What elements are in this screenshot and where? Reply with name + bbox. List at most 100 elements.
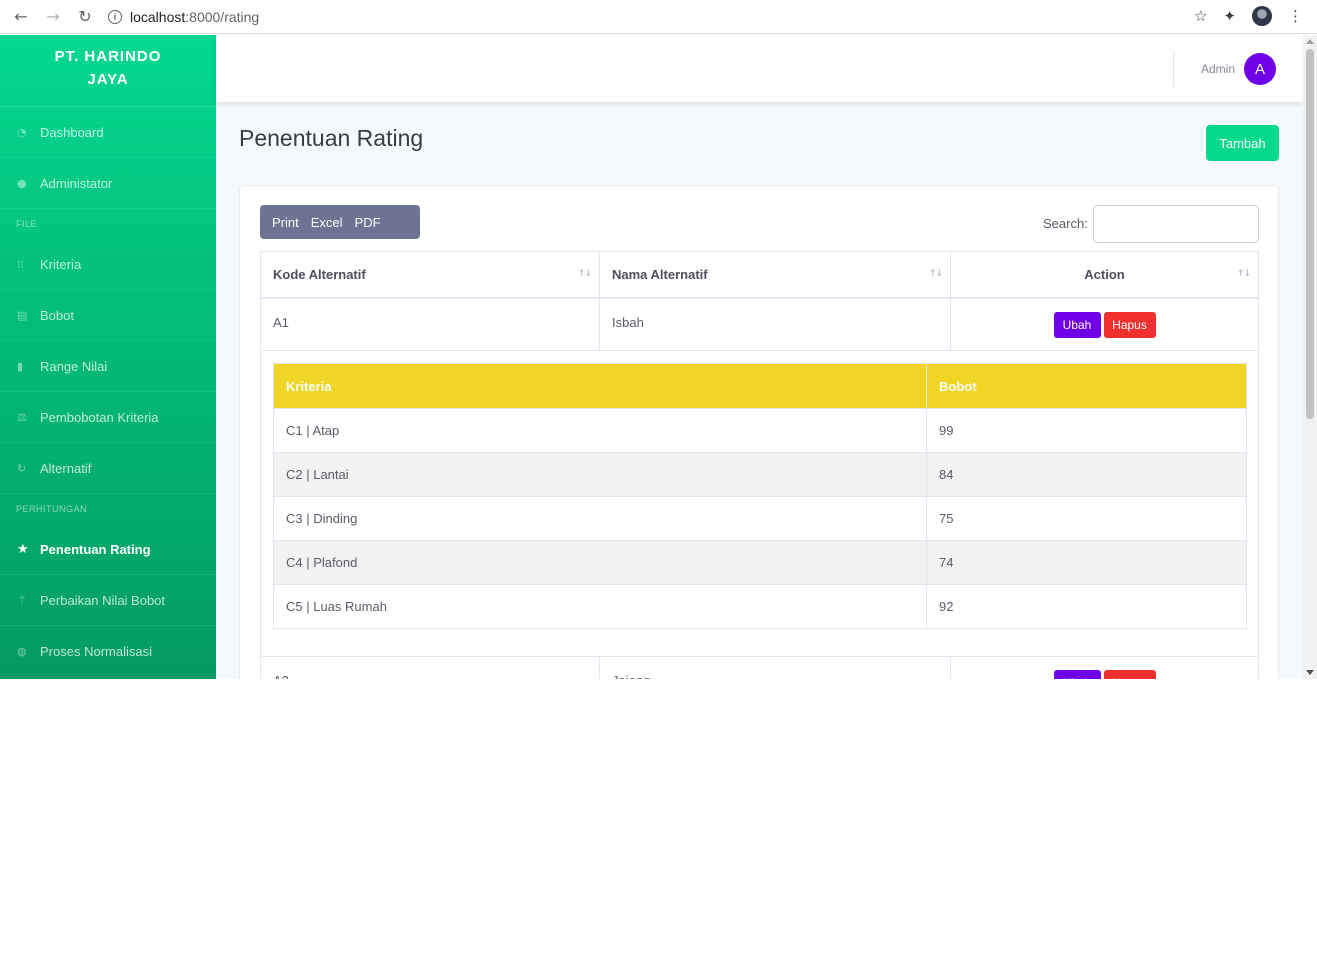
cell-kriteria: C3 | Dinding [274,497,927,540]
cell-kode: A1 [260,299,600,350]
brand-line-2: JAYA [87,71,129,88]
topbar: Admin A [216,35,1303,102]
sidebar-item-label: Range Nilai [40,358,108,374]
clipboard-icon: ▤ [17,308,28,322]
user-icon: ● [17,176,27,190]
sidebar-item-range-nilai[interactable]: ▮ Range Nilai [0,341,216,392]
sidebar-item-pembobotan-kriteria[interactable]: ⚖ Pembobotan Kriteria [0,392,216,443]
kriteria-bobot-table: Kriteria Bobot C1 | Atap 99 C2 | Lantai … [273,363,1247,629]
page-scrollbar[interactable] [1303,35,1317,679]
avatar[interactable]: A [1244,53,1276,85]
sidebar-heading-file: FILE [16,219,38,229]
sort-icon: ↑↓ [577,269,592,279]
forward-icon[interactable]: → [42,6,64,28]
browser-toolbar: ← → ↻ i localhost:8000/rating ☆ ✦ ⋮ [0,0,1317,34]
table-header: Kode Alternatif ↑↓ Nama Alternatif ↑↓ Ac… [260,252,1259,299]
sidebar-item-label: Alternatif [40,460,92,476]
sync-icon: ↻ [17,461,27,475]
cell-bobot: 99 [939,423,954,438]
column-header-label: Action [1084,267,1125,282]
site-info-icon[interactable]: i [108,9,122,24]
scroll-up-icon[interactable] [1306,39,1314,44]
excel-button[interactable]: Excel [311,215,343,230]
sidebar-item-label: Dashboard [40,124,104,140]
cell-action: Ubah Hapus [951,657,1259,679]
brand-logo[interactable]: PT. HARINDO JAYA [0,35,216,107]
cell-nama: Jajang [600,657,951,679]
sidebar-item-label: Kriteria [40,256,82,272]
scroll-down-icon[interactable] [1306,670,1314,675]
admin-name[interactable]: Admin [1201,62,1235,76]
detail-row: C1 | Atap 99 [274,408,1246,452]
sidebar-item-penentuan-rating[interactable]: ★ Penentuan Rating [0,524,216,575]
detail-header-bobot: Bobot [939,378,977,394]
browser-menu-icon[interactable]: ⋮ [1288,7,1303,25]
sidebar-item-administator[interactable]: ● Administator [0,158,216,209]
url-host: localhost [130,8,186,25]
cell-kriteria: C1 | Atap [274,409,927,452]
back-icon[interactable]: ← [10,6,32,28]
column-header-label: Nama Alternatif [612,267,708,282]
column-header-action[interactable]: Action ↑↓ [951,252,1259,297]
cell-bobot: 75 [939,511,954,526]
sidebar-item-perbaikan-nilai-bobot[interactable]: ⚚ Perbaikan Nilai Bobot [0,575,216,626]
detail-row: C4 | Plafond 74 [274,540,1246,584]
app-viewport: PT. HARINDO JAYA ◔ Dashboard ● Administa… [0,35,1303,679]
cell-nama: Isbah [600,299,951,350]
file-icon: ▮ [17,359,24,373]
sidebar-item-label: Administator [40,175,113,191]
grid-icon: ⁝⁝ [17,257,24,271]
cell-kode: A2 [260,657,600,679]
sort-icon: ↑↓ [1236,269,1251,279]
address-bar[interactable]: i localhost:8000/rating [108,4,259,30]
sidebar-item-label: Perbaikan Nilai Bobot [40,592,166,608]
cell-action: Ubah Hapus [951,299,1259,350]
cell-bobot: 92 [939,599,954,614]
sidebar-item-bobot[interactable]: ▤ Bobot [0,290,216,341]
data-card: Print Excel PDF Search: Kode Alternatif … [239,185,1279,679]
cell-kriteria: C2 | Lantai [274,453,927,496]
scrollbar-thumb[interactable] [1306,49,1314,419]
topbar-divider [1173,51,1174,87]
edit-button[interactable]: Ubah [1053,670,1101,679]
delete-button[interactable]: Hapus [1103,312,1156,338]
sidebar: PT. HARINDO JAYA ◔ Dashboard ● Administa… [0,35,216,679]
column-header-nama[interactable]: Nama Alternatif ↑↓ [600,252,951,297]
add-button[interactable]: Tambah [1206,125,1279,161]
profile-avatar-icon[interactable] [1252,6,1272,26]
cell-bobot: 74 [939,555,954,570]
table-row: A2 Jajang Ubah Hapus [260,657,1259,679]
row-detail: Kriteria Bobot C1 | Atap 99 C2 | Lantai … [260,351,1259,657]
alternatif-table: Kode Alternatif ↑↓ Nama Alternatif ↑↓ Ac… [260,251,1259,679]
delete-button[interactable]: Hapus [1103,670,1156,679]
detail-row: C3 | Dinding 75 [274,496,1246,540]
extensions-icon[interactable]: ✦ [1223,7,1236,25]
brand-line-1: PT. HARINDO [54,48,162,65]
print-button[interactable]: Print [272,215,299,230]
sidebar-item-alternatif[interactable]: ↻ Alternatif [0,443,216,494]
search-label: Search: [1043,216,1088,231]
search-input[interactable] [1093,205,1259,243]
cell-bobot: 84 [939,467,954,482]
edit-button[interactable]: Ubah [1053,312,1101,338]
bookmark-star-icon[interactable]: ☆ [1194,7,1207,25]
column-header-kode[interactable]: Kode Alternatif ↑↓ [260,252,600,297]
sidebar-item-kriteria[interactable]: ⁝⁝ Kriteria [0,239,216,290]
detail-table-header: Kriteria Bobot [274,364,1246,408]
sidebar-item-proses-normalisasi[interactable]: ◍ Proses Normalisasi [0,626,216,677]
sidebar-heading-perhitungan: PERHITUNGAN [16,504,88,514]
cell-kriteria: C4 | Plafond [274,541,927,584]
detail-row: C2 | Lantai 84 [274,452,1246,496]
sidebar-item-label: Proses Normalisasi [40,643,152,659]
reload-icon[interactable]: ↻ [74,6,96,28]
table-row: A1 Isbah Ubah Hapus [260,299,1259,351]
url-path: :8000/rating [185,8,260,25]
globe-icon: ◍ [17,644,27,658]
column-header-label: Kode Alternatif [273,267,366,282]
pdf-button[interactable]: PDF [355,215,381,230]
cell-kriteria: C5 | Luas Rumah [274,585,927,628]
export-button-group: Print Excel PDF [260,205,420,239]
sidebar-item-dashboard[interactable]: ◔ Dashboard [0,107,216,158]
dashboard-icon: ◔ [17,125,27,139]
detail-row: C5 | Luas Rumah 92 [274,584,1246,628]
